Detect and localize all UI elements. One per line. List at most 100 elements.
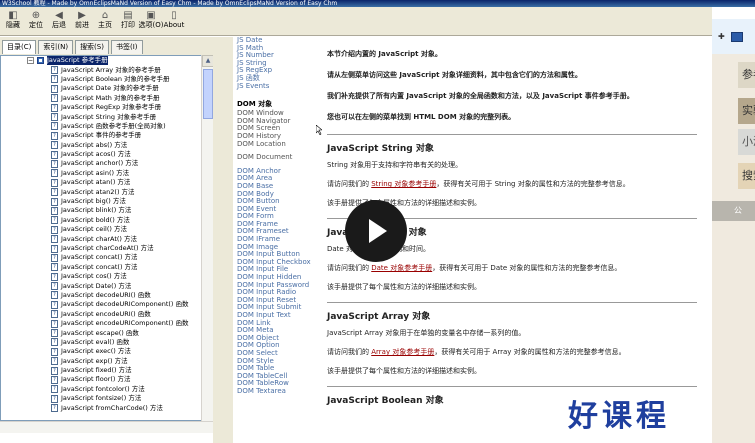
tab-index[interactable]: 索引(N) [38, 40, 74, 54]
scroll-thumb[interactable] [203, 69, 213, 119]
tree-item[interactable]: ? JavaScript charAt() 方法 [1, 234, 212, 244]
tree-item[interactable]: ? JavaScript Date 对象的参考手册 [1, 84, 212, 93]
tree-item[interactable]: ? JavaScript decodeURIComponent() 函数 [1, 300, 212, 309]
tree-item[interactable]: ? JavaScript fixed() 方法 [1, 366, 212, 375]
tree-item[interactable]: ? JavaScript String 对象参考手册 [1, 112, 212, 122]
intro-paragraph: 我们补充提供了所有内置 JavaScript 对象的全局函数和方法，以及 Jav… [327, 92, 634, 100]
reference-link[interactable]: Date 对象参考手册 [371, 264, 432, 272]
tree-item[interactable]: ? JavaScript atan2() 方法 [1, 187, 212, 197]
tree-item[interactable]: ? JavaScript blink() 方法 [1, 206, 212, 215]
side-quiz-button[interactable]: 小测 [738, 129, 755, 155]
tree-item[interactable]: ? JavaScript encodeURI() 函数 [1, 310, 212, 319]
tree-item[interactable]: ? JavaScript anchor() 方法 [1, 159, 212, 168]
reference-suffix: ，获得有关可用于 Date 对象的属性和方法的完整参考信息。 [432, 264, 622, 272]
back-button[interactable]: ◀ 后退 [48, 7, 70, 36]
nav-link[interactable]: DOM Textarea [233, 387, 321, 396]
locate-button[interactable]: ⊕ 定位 [25, 7, 47, 36]
tree-item[interactable]: ? JavaScript fontsize() 方法 [1, 394, 212, 403]
tree-item[interactable]: ? JavaScript concat() 方法 [1, 253, 212, 262]
tree-item[interactable]: ? JavaScript eval() 函数 [1, 338, 212, 347]
help-page-icon: ? [51, 225, 58, 234]
tree-item[interactable]: ? JavaScript Array 对象的参考手册 [1, 65, 212, 75]
help-page-icon: ? [51, 131, 58, 140]
tree-item[interactable]: ? JavaScript asin() 方法 [1, 169, 212, 178]
tree-horizontal-scrollbar[interactable] [0, 421, 213, 433]
pane-splitter[interactable] [213, 37, 233, 443]
tree-item-label: JavaScript anchor() 方法 [61, 159, 139, 168]
side-panel: ✚ 参考 实验 小测 搜索 公 [712, 19, 755, 443]
tree-item[interactable]: ? JavaScript floor() 方法 [1, 375, 212, 384]
tree-item[interactable]: ? JavaScript fontcolor() 方法 [1, 385, 212, 394]
tree-item[interactable]: ? JavaScript Math 对象的参考手册 [1, 94, 212, 103]
tree-item[interactable]: ? JavaScript exec() 方法 [1, 347, 212, 356]
tree-item[interactable]: ? JavaScript charCodeAt() 方法 [1, 244, 212, 253]
tree-item-label: JavaScript charCodeAt() 方法 [61, 244, 154, 252]
tree-item[interactable]: ? JavaScript 事件的参考手册 [1, 131, 212, 140]
side-search-button[interactable]: 搜索 [738, 163, 755, 189]
window-title: W3School 教程 - Made by OmnEclipsMaNd Vers… [2, 0, 338, 7]
tree-item[interactable]: ? JavaScript concat() 方法 [1, 263, 212, 272]
tree-item-label: JavaScript eval() 函数 [61, 337, 130, 346]
reference-prefix: 请访问我们的 [327, 264, 369, 272]
collapse-icon[interactable]: − [27, 57, 34, 65]
object-section: JavaScript String 对象 String 对象用于支持和字符串有关的… [327, 134, 697, 208]
tree-item[interactable]: ? JavaScript Boolean 对象的参考手册 [1, 75, 212, 84]
tree-item[interactable]: ? JavaScript acos() 方法 [1, 150, 212, 159]
about-button[interactable]: ▯ About [163, 7, 185, 36]
help-page-icon: ? [51, 272, 58, 281]
tree-item[interactable]: ? JavaScript bold() 方法 [1, 216, 212, 225]
tree-item[interactable]: ? JavaScript ceil() 方法 [1, 225, 212, 234]
help-page-icon: ? [51, 244, 58, 253]
pin-icon[interactable]: ✚ [718, 32, 725, 41]
tree-item[interactable]: ? JavaScript atan() 方法 [1, 178, 212, 187]
tree-root-item[interactable]: − JavaScript 参考手册 [1, 56, 212, 66]
hide-button[interactable]: ◧ 隐藏 [2, 7, 24, 36]
tree-item[interactable]: ? JavaScript abs() 方法 [1, 141, 212, 150]
tree-item[interactable]: ? JavaScript fromCharCode() 方法 [1, 403, 212, 413]
monitor-icon[interactable] [730, 31, 743, 42]
help-page-icon: ? [51, 113, 58, 122]
help-page-icon: ? [51, 197, 58, 206]
reference-suffix: ，获得有关可用于 Array 对象的属性和方法的完整参考信息。 [434, 348, 626, 356]
tree-item[interactable]: ? JavaScript RegExp 对象参考手册 [1, 103, 212, 112]
tab-contents[interactable]: 目录(C) [2, 40, 37, 54]
tree-item-label: JavaScript fromCharCode() 方法 [61, 403, 163, 412]
dom-nav-group-browser: DOM Window DOM Navigator DOM Screen DOM His… [233, 110, 321, 148]
tree-item-label: JavaScript big() 方法 [61, 197, 126, 206]
tree-item[interactable]: ? JavaScript cos() 方法 [1, 272, 212, 281]
tree-item-label: JavaScript atan() 方法 [61, 178, 131, 187]
print-button[interactable]: ▤ 打印 [117, 7, 139, 36]
about-icon: ▯ [171, 10, 177, 21]
tree-item[interactable]: ? JavaScript decodeURI() 函数 [1, 291, 212, 300]
tree-item-label: JavaScript RegExp 对象参考手册 [61, 103, 162, 112]
options-button[interactable]: ▣ 选项(O) [139, 7, 164, 36]
tab-search[interactable]: 搜索(S) [75, 40, 109, 54]
dom-nav-group-document: DOM Document [233, 154, 321, 162]
tree-item[interactable]: ? JavaScript 函数参考手册(全局对象) [1, 122, 212, 131]
nav-link[interactable]: DOM Location [233, 140, 321, 149]
help-page-icon: ? [51, 206, 58, 215]
tree-vertical-scrollbar[interactable]: ▲ [201, 55, 214, 421]
tree-item[interactable]: ? JavaScript Date() 方法 [1, 281, 212, 291]
tree-item[interactable]: ? JavaScript big() 方法 [1, 197, 212, 206]
nav-link[interactable]: JS Events [233, 82, 321, 91]
tree-item[interactable]: ? JavaScript exp() 方法 [1, 357, 212, 366]
tree-item-label: JavaScript 事件的参考手册 [61, 131, 142, 140]
side-reference-button[interactable]: 参考 [738, 62, 755, 88]
help-page-icon: ? [51, 310, 58, 319]
video-play-button[interactable] [345, 200, 407, 262]
tree-item-label: JavaScript encodeURIComponent() 函数 [61, 319, 189, 328]
nav-link[interactable]: DOM Document [233, 154, 321, 162]
printer-icon: ▤ [123, 10, 133, 21]
side-lab-button[interactable]: 实验 [738, 98, 755, 124]
tree-item[interactable]: ? JavaScript escape() 函数 [1, 328, 212, 338]
reference-link[interactable]: String 对象参考手册 [371, 180, 436, 188]
contents-tree: − JavaScript 参考手册 ? JavaScript Array 对象的参… [0, 55, 213, 421]
forward-button[interactable]: ▶ 前进 [71, 7, 93, 36]
reference-link[interactable]: Array 对象参考手册 [371, 348, 434, 356]
forward-arrow-icon: ▶ [78, 10, 86, 21]
tree-item[interactable]: ? JavaScript encodeURIComponent() 函数 [1, 319, 212, 328]
home-button[interactable]: ⌂ 主页 [94, 7, 116, 36]
tab-bookmarks[interactable]: 书签(I) [110, 40, 143, 54]
watermark-logo: 好课程 [568, 399, 670, 434]
